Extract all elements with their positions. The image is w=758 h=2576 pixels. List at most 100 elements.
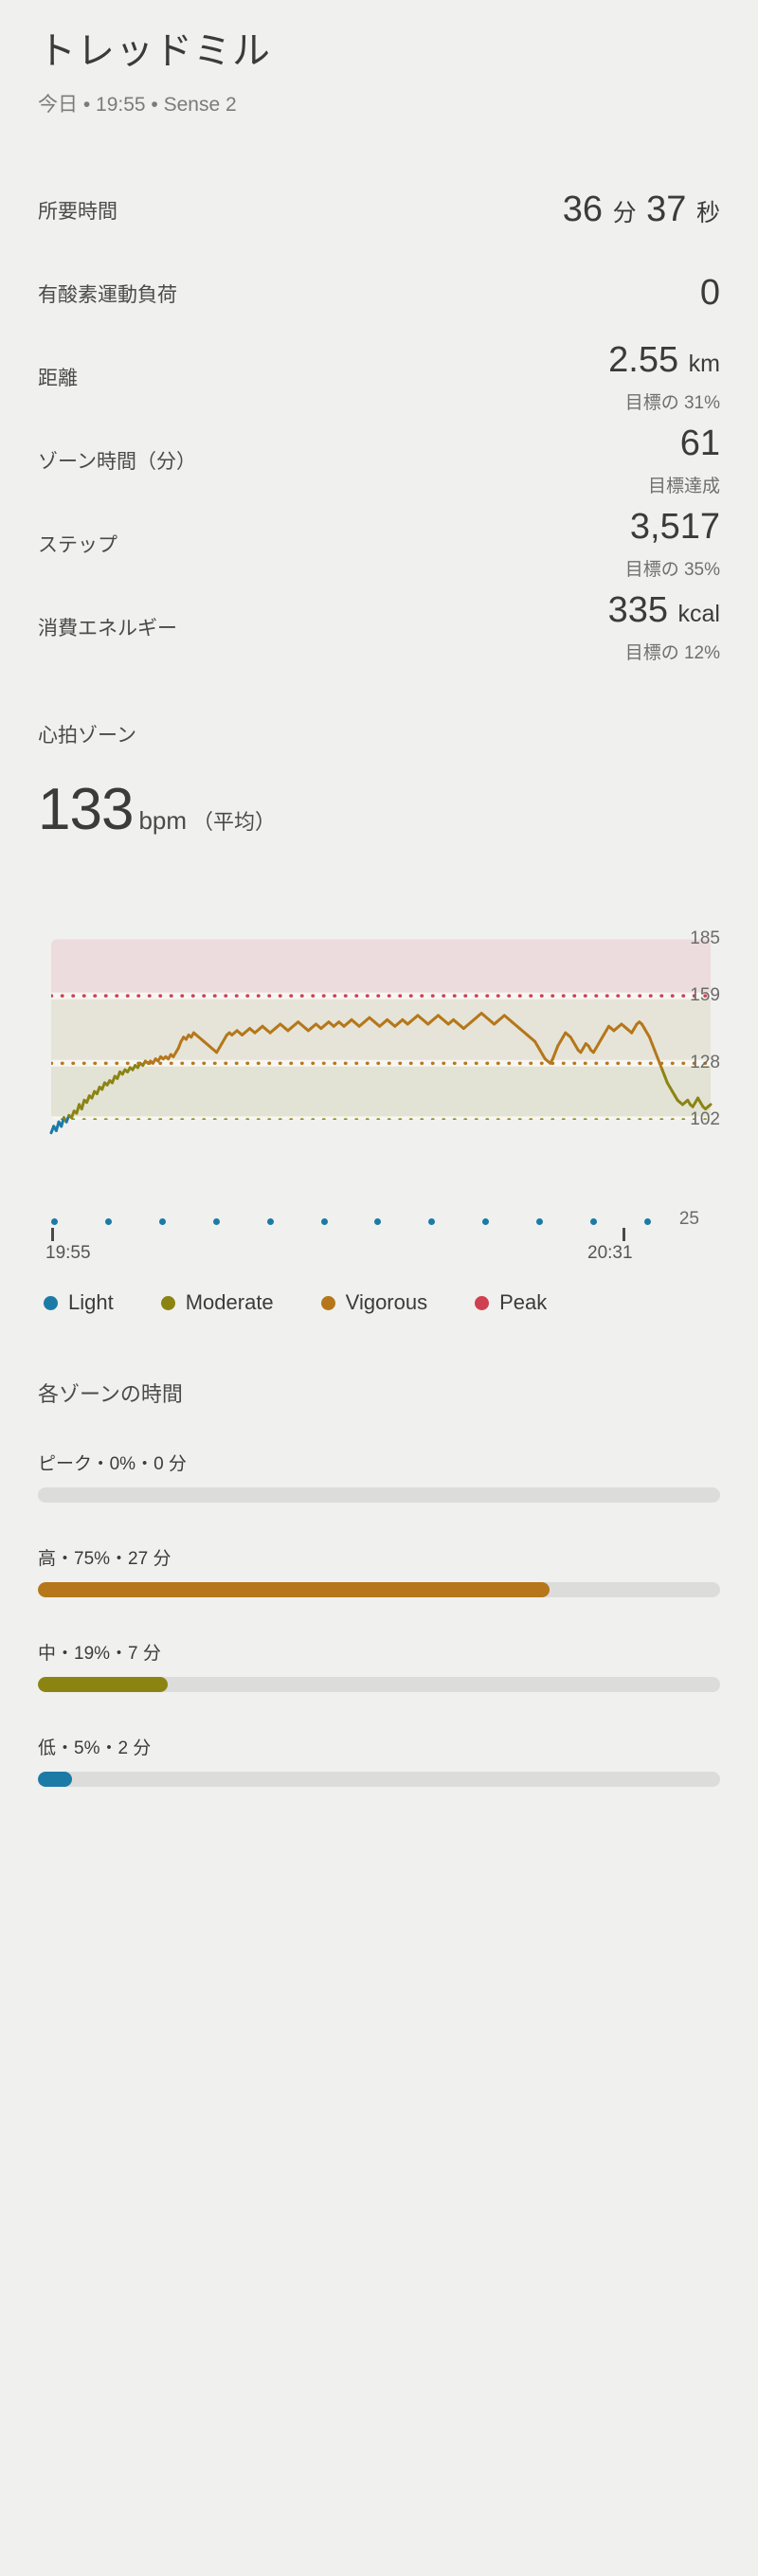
legend-item: Peak: [475, 1290, 547, 1315]
chart-timeline: 25 19:55 20:31: [38, 1205, 720, 1277]
zones-list: ピーク・0%・0 分高・75%・27 分中・19%・7 分低・5%・2 分: [38, 1450, 720, 1787]
stat-goal-sub: 目標達成: [647, 477, 720, 497]
legend-label: Vigorous: [345, 1290, 428, 1314]
stat-label: 消費エネルギー: [38, 618, 177, 639]
chart-y-axis-labels: 185 159 128 102: [654, 908, 720, 1150]
chart-legend: Light Moderate Vigorous Peak: [38, 1290, 720, 1315]
chart-y-tick-185: 185: [690, 928, 720, 949]
timeline-dot: [104, 1218, 112, 1225]
zone-row: 低・5%・2 分: [38, 1734, 720, 1787]
stat-label: ゾーン時間（分）: [38, 451, 196, 473]
stat-unit: km: [688, 350, 720, 377]
stat-row: 所要時間 36 分 37 秒: [38, 169, 720, 252]
chart-y-tick-159: 159: [690, 985, 720, 1006]
zone-label: 中・19%・7 分: [38, 1644, 161, 1664]
timeline-count-label: 25: [678, 1209, 699, 1229]
heart-rate-chart-svg: [49, 939, 713, 1135]
legend-item: Vigorous: [320, 1290, 428, 1315]
zone-progress-fill: [38, 1772, 72, 1787]
timeline-dot: [212, 1218, 220, 1225]
stat-row: 距離 2.55 km 目標の 31%: [38, 335, 720, 419]
heart-rate-chart[interactable]: 185 159 128 102: [38, 908, 720, 1150]
stat-number: 335: [607, 589, 668, 630]
heart-rate-average: 133 bpm （平均）: [38, 781, 720, 839]
timeline-end-tick: [623, 1228, 625, 1241]
zone-progress-track: [38, 1487, 720, 1503]
zone-progress-fill: [38, 1677, 168, 1692]
stat-goal-sub: 目標の 31%: [624, 393, 720, 414]
stat-label: 有酸素運動負荷: [38, 284, 177, 306]
stat-unit-secondary: 秒: [695, 200, 720, 227]
stat-row: 有酸素運動負荷 0: [38, 252, 720, 335]
stat-number: 61: [679, 423, 720, 463]
stat-number: 0: [699, 273, 720, 314]
stat-unit: kcal: [677, 600, 720, 627]
heart-rate-value: 133: [38, 777, 134, 842]
legend-item: Moderate: [160, 1290, 274, 1315]
zone-row: ピーク・0%・0 分: [38, 1450, 720, 1503]
stat-value-group: 2.55 km 目標の 31%: [608, 340, 720, 415]
legend-item: Light: [44, 1290, 114, 1315]
page-title: トレッドミル: [38, 30, 271, 72]
timeline-dot: [158, 1218, 166, 1225]
legend-swatch-icon: [475, 1295, 490, 1310]
timeline-start-tick: [51, 1228, 54, 1241]
stat-row: ゾーン時間（分） 61 目標達成: [38, 419, 720, 502]
heart-rate-qualifier: （平均）: [192, 810, 277, 834]
heart-rate-section-title: 心拍ゾーン: [38, 725, 136, 747]
timeline-dot: [374, 1218, 382, 1225]
zone-progress-track: [38, 1772, 720, 1787]
stat-value: 0: [700, 273, 720, 315]
timeline-dot-row: [51, 1218, 651, 1228]
timeline-dot: [590, 1218, 598, 1225]
stats-list: 所要時間 36 分 37 秒有酸素運動負荷 0 距離 2.55 km 目標の 31% ゾーン…: [38, 169, 720, 669]
heart-rate-unit: bpm: [138, 806, 188, 835]
zone-row: 中・19%・7 分: [38, 1639, 720, 1692]
page-subtitle: 今日 • 19:55 • Sense 2: [38, 94, 237, 116]
stat-unit: 分: [612, 200, 637, 227]
timeline-dot: [482, 1218, 490, 1225]
workout-detail-page: トレッドミル 今日 • 19:55 • Sense 2 所要時間 36 分 37 …: [0, 0, 758, 2576]
stat-goal-sub: 目標の 12%: [624, 643, 720, 664]
zone-label: 高・75%・27 分: [38, 1549, 171, 1569]
chart-y-tick-102: 102: [690, 1108, 720, 1129]
stat-value-group: 335 kcal 目標の 12%: [608, 590, 720, 665]
stat-number: 3,517: [629, 506, 720, 547]
timeline-dot: [320, 1218, 328, 1225]
zone-progress-track: [38, 1582, 720, 1597]
legend-label: Moderate: [185, 1290, 274, 1314]
stat-number: 36: [562, 189, 603, 230]
stat-value: 2.55 km: [608, 340, 720, 382]
timeline-start-time: 19:55: [45, 1243, 91, 1263]
zones-section-title: 各ゾーンの時間: [38, 1382, 183, 1406]
legend-label: Light: [68, 1290, 114, 1314]
page-header: トレッドミル 今日 • 19:55 • Sense 2: [38, 0, 720, 117]
zone-progress-fill: [38, 1582, 550, 1597]
legend-swatch-icon: [44, 1295, 58, 1310]
zone-label: ピーク・0%・0 分: [38, 1454, 187, 1474]
stat-value-group: 0: [700, 273, 720, 315]
timeline-dot: [51, 1218, 58, 1225]
zone-label: 低・5%・2 分: [38, 1738, 152, 1758]
stat-label: 所要時間: [38, 201, 117, 223]
stat-number: 2.55: [608, 339, 679, 380]
legend-label: Peak: [499, 1290, 548, 1314]
stat-number-secondary: 37: [646, 189, 687, 230]
stat-goal-sub: 目標の 35%: [624, 560, 720, 581]
legend-swatch-icon: [320, 1295, 335, 1310]
stat-label: 距離: [38, 368, 78, 389]
stat-value: 335 kcal: [608, 590, 720, 632]
stat-value-group: 36 分 37 秒: [563, 189, 720, 231]
timeline-dot: [644, 1218, 651, 1225]
stat-value-group: 61 目標達成: [648, 423, 720, 498]
timeline-dot: [266, 1218, 274, 1225]
zone-progress-track: [38, 1677, 720, 1692]
stat-value-group: 3,517 目標の 35%: [625, 507, 720, 582]
stat-row: 消費エネルギー 335 kcal 目標の 12%: [38, 585, 720, 669]
heart-rate-section: 心拍ゾーン 133 bpm （平均） 185 159 128 102 25 19:55…: [38, 720, 720, 1315]
stat-label: ステップ: [38, 534, 117, 556]
stat-value: 3,517: [625, 507, 720, 549]
timeline-dot: [428, 1218, 436, 1225]
timeline-dot: [536, 1218, 544, 1225]
zone-row: 高・75%・27 分: [38, 1544, 720, 1597]
